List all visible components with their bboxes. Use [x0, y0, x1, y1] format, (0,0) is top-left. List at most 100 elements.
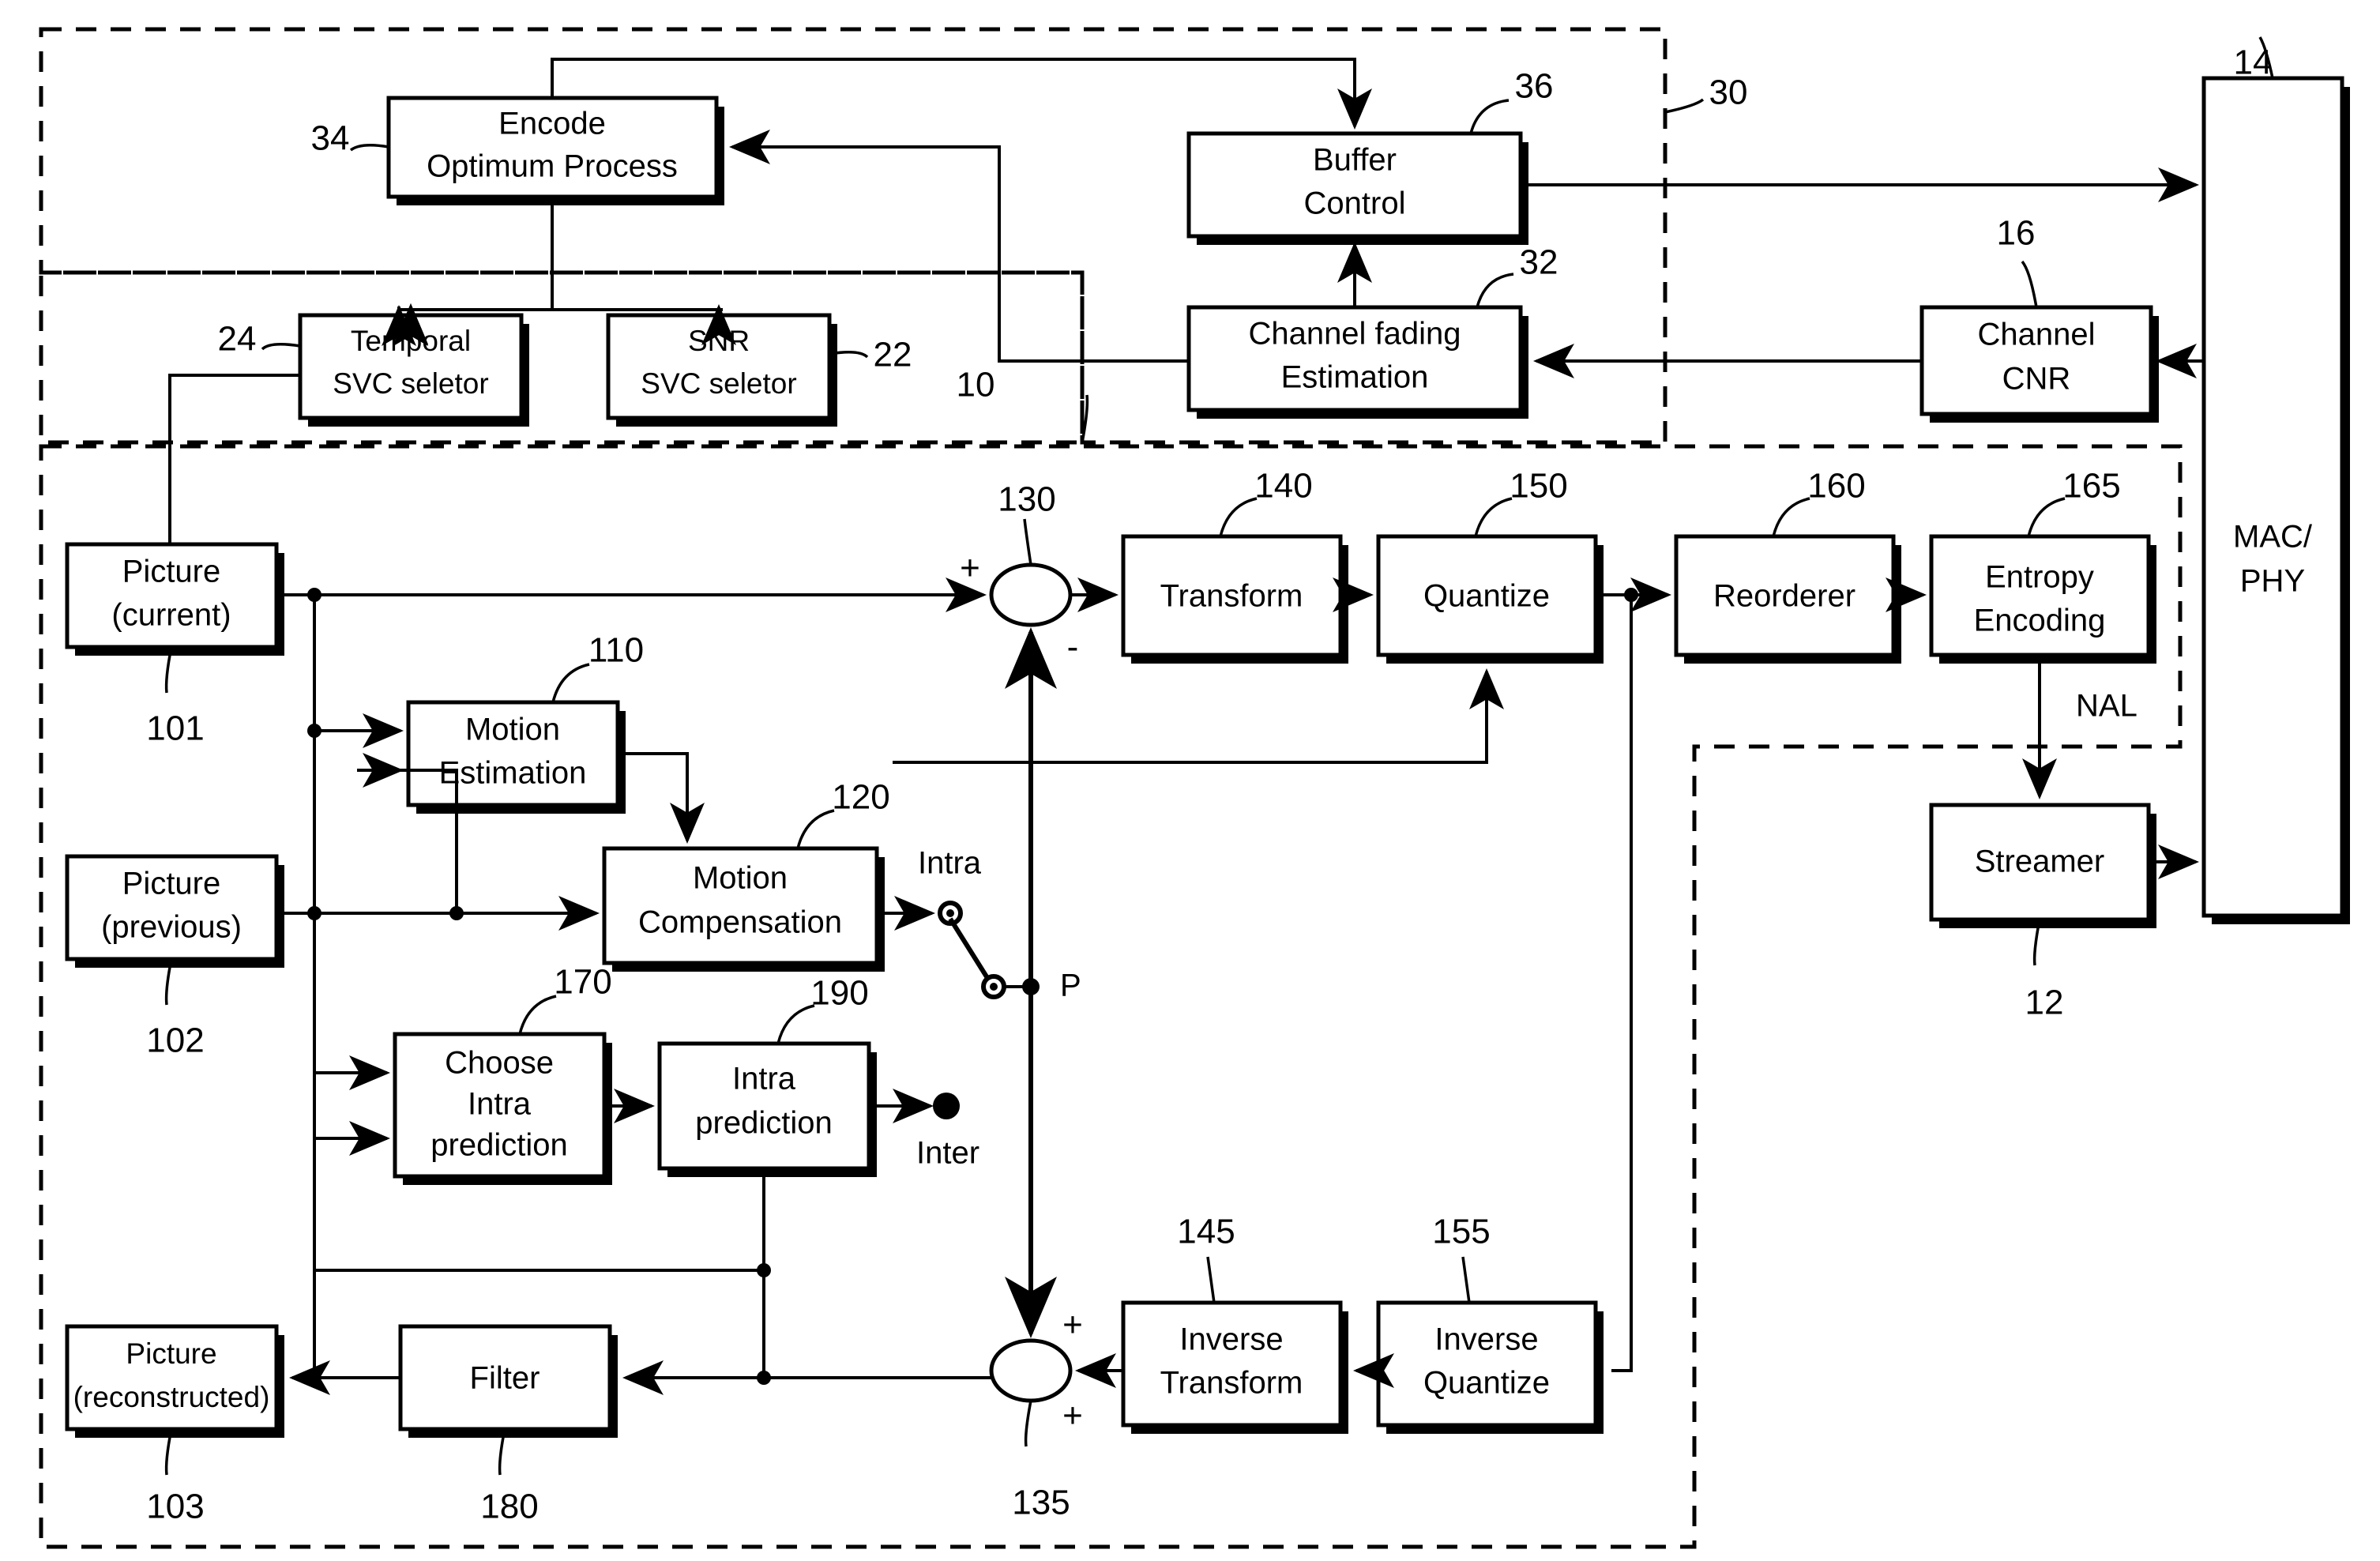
block-channel-fading-estimation[interactable]: Channel fading Estimation — [1186, 305, 1528, 419]
block-label-line: CNR — [2002, 362, 2071, 397]
ref-numeral-120: 120 — [832, 778, 889, 817]
ref-numeral-170: 170 — [554, 963, 611, 1002]
block-label-line: Filter — [470, 1361, 540, 1396]
group-10-boundary — [39, 270, 1085, 445]
block-channel-cnr[interactable]: Channel CNR — [1919, 305, 2159, 423]
block-label-line: Motion — [465, 713, 560, 747]
block-reorderer[interactable]: Reorderer — [1674, 534, 1901, 664]
block-label-line: (current) — [111, 598, 231, 633]
block-label-line: Inverse — [1434, 1322, 1538, 1357]
block-filter[interactable]: Filter — [398, 1324, 618, 1438]
adder-sign-plus-top: + — [1062, 1306, 1083, 1345]
block-label-line: PHY — [2240, 564, 2305, 599]
label-nal: NAL — [2076, 689, 2137, 724]
label-p-node: P — [1060, 969, 1081, 1003]
ref-numeral-103: 103 — [146, 1488, 204, 1526]
block-entropy-encoding[interactable]: Entropy Encoding — [1929, 534, 2156, 664]
block-picture-previous[interactable]: Picture (previous) — [65, 854, 284, 968]
ref-numeral-190: 190 — [810, 974, 868, 1013]
block-inverse-quantize[interactable]: Inverse Quantize — [1376, 1300, 1604, 1434]
wire-encode-bus — [397, 307, 723, 311]
ref-numeral-12: 12 — [2025, 984, 2064, 1022]
block-snr-svc-selector[interactable]: SNR SVC seletor — [606, 313, 837, 427]
label-intra: Intra — [918, 846, 982, 881]
label-inter: Inter — [916, 1136, 979, 1171]
ref-numeral-14: 14 — [2234, 43, 2273, 82]
adder-sign-plus-bottom: + — [1062, 1397, 1083, 1435]
block-label-line: (reconstructed) — [73, 1381, 270, 1413]
block-transform[interactable]: Transform — [1121, 534, 1348, 664]
block-label-line: SNR — [688, 325, 750, 357]
block-streamer[interactable]: Streamer — [1929, 803, 2156, 928]
block-motion-estimation[interactable]: Motion Estimation — [406, 700, 626, 814]
block-label-line: Transform — [1160, 1366, 1303, 1401]
switch-contact-inter[interactable] — [933, 1093, 960, 1119]
ref-numeral-110: 110 — [588, 631, 644, 670]
wire-adder135-to-filter — [622, 1360, 991, 1395]
wire-intra-to-inter — [877, 1089, 960, 1123]
diagram-svg: Encode Optimum Process 34 Buffer Control… — [39, 27, 2350, 1549]
patent-figure-canvas: Encode Optimum Process 34 Buffer Control… — [0, 0, 2380, 1561]
block-encode-optimum-process[interactable]: Encode Optimum Process — [386, 96, 724, 205]
block-label-line: SVC seletor — [333, 367, 488, 400]
ref-numeral-102: 102 — [146, 1021, 204, 1060]
block-intra-prediction[interactable]: Intra prediction — [657, 1041, 877, 1177]
block-label-line: MAC/ — [2233, 520, 2313, 555]
ref-numeral-24: 24 — [218, 320, 257, 359]
ref-numeral-140: 140 — [1254, 467, 1312, 506]
block-temporal-svc-selector[interactable]: Temporal SVC seletor — [298, 313, 529, 427]
ref-numeral-22: 22 — [874, 336, 912, 374]
block-buffer-control[interactable]: Buffer Control — [1186, 131, 1528, 245]
block-label-line: Temporal — [351, 325, 471, 357]
ref-numeral-180: 180 — [480, 1488, 538, 1526]
ref-numeral-130: 130 — [998, 480, 1055, 519]
block-label-line: Motion — [693, 861, 788, 896]
block-label-line: Encode — [498, 107, 606, 141]
block-label-line: Compensation — [638, 905, 842, 940]
wire-me-to-quantize — [893, 668, 1504, 764]
block-label-line: Streamer — [1975, 844, 2105, 879]
block-label-line: Channel — [1977, 318, 2095, 352]
block-label-line: Estimation — [439, 756, 587, 791]
block-label-line: Choose — [445, 1046, 554, 1081]
block-label-line: SVC seletor — [641, 367, 796, 400]
wire-encode-to-selectors — [397, 197, 723, 311]
ref-numeral-160: 160 — [1807, 467, 1865, 506]
ref-numeral-155: 155 — [1432, 1213, 1490, 1251]
block-label-line: Encoding — [1974, 604, 2106, 638]
block-label-line: Reorderer — [1713, 579, 1855, 614]
block-choose-intra-prediction[interactable]: Choose Intra prediction — [393, 1032, 612, 1185]
adder-sign-minus: - — [1067, 628, 1079, 667]
wire-quantize-to-reorderer — [1604, 577, 1671, 1372]
wire-choose-intra-inputs — [314, 1055, 390, 1156]
junction-dot — [757, 1371, 771, 1385]
block-picture-reconstructed[interactable]: Picture (reconstructed) — [65, 1324, 284, 1438]
block-label-line: Intra — [732, 1062, 796, 1096]
ref-numeral-10: 10 — [957, 366, 995, 404]
block-label-line: prediction — [695, 1106, 832, 1141]
block-picture-current[interactable]: Picture (current) — [65, 542, 284, 656]
adder-sign-plus: + — [960, 549, 980, 588]
block-quantize[interactable]: Quantize — [1376, 534, 1604, 664]
adder-130: + - — [960, 549, 1078, 667]
ref-numeral-101: 101 — [146, 709, 204, 748]
block-label-line: (previous) — [101, 910, 242, 945]
ref-numeral-16: 16 — [1997, 214, 2036, 253]
wire-me-to-mc — [618, 752, 705, 844]
block-inverse-transform[interactable]: Inverse Transform — [1121, 1300, 1348, 1434]
block-mac-phy[interactable]: MAC/ PHY — [2201, 76, 2350, 924]
block-label-line: Quantize — [1423, 579, 1550, 614]
ref-numeral-36: 36 — [1515, 67, 1554, 106]
block-label-line: Buffer — [1313, 143, 1397, 178]
ref-numeral-145: 145 — [1177, 1213, 1235, 1251]
block-label-line: Quantize — [1423, 1366, 1550, 1401]
block-label-line: Channel fading — [1248, 317, 1461, 352]
block-label-line: Optimum Process — [427, 149, 678, 184]
ref-numeral-34: 34 — [311, 119, 350, 158]
block-label-line: Inverse — [1179, 1322, 1283, 1357]
ref-numeral-30: 30 — [1709, 73, 1748, 112]
block-label-line: Picture — [126, 1337, 216, 1370]
ref-numeral-150: 150 — [1510, 467, 1567, 506]
adder-135: + + — [989, 1306, 1083, 1435]
block-motion-compensation[interactable]: Motion Compensation — [602, 846, 885, 972]
